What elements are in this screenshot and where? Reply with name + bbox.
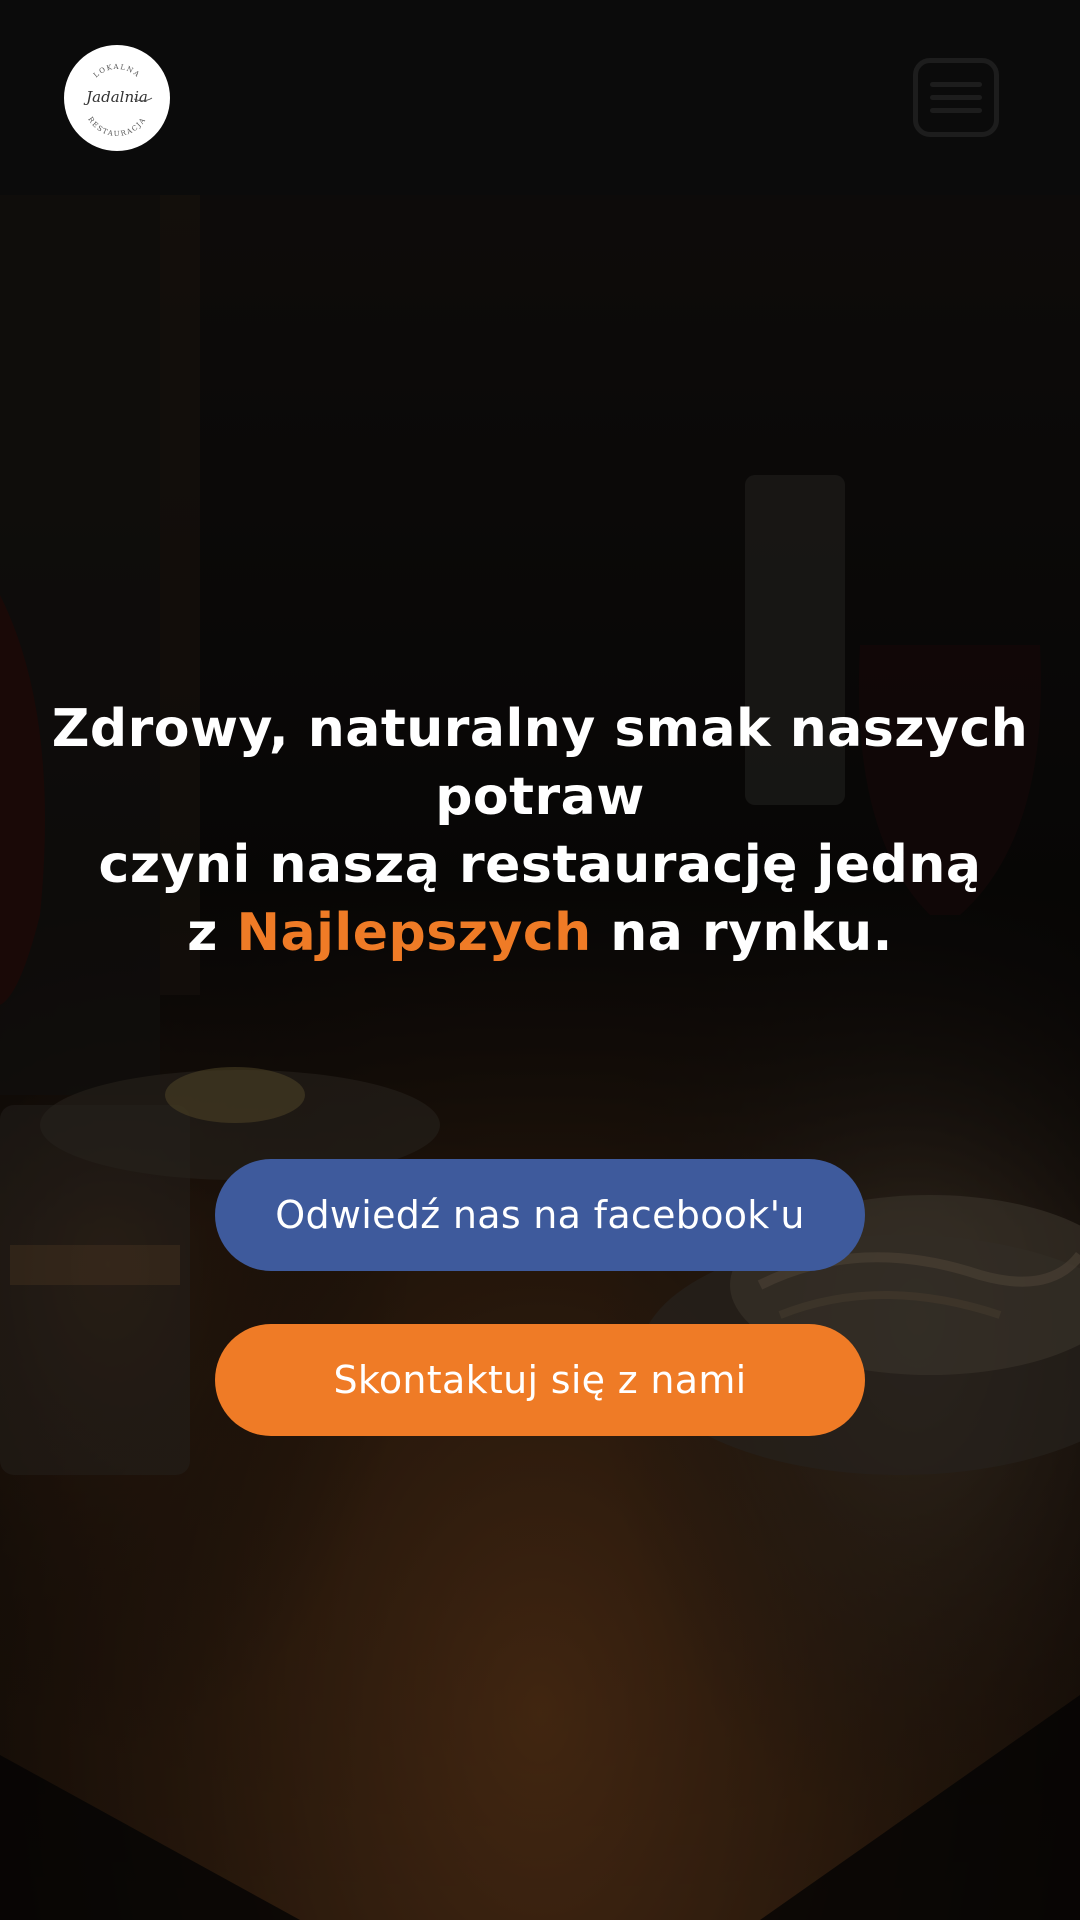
logo-emblem: LOKALNA Jadalnia RESTAURACJA xyxy=(83,63,153,139)
facebook-button[interactable]: Odwiedź nas na facebook'u xyxy=(215,1159,865,1271)
hamburger-menu-icon xyxy=(930,82,982,113)
hero-background-image xyxy=(0,195,1080,1920)
svg-text:RESTAURACJA: RESTAURACJA xyxy=(86,116,147,139)
restaurant-logo[interactable]: LOKALNA Jadalnia RESTAURACJA xyxy=(64,45,170,151)
svg-text:LOKALNA: LOKALNA xyxy=(92,63,142,79)
logo-top-text: LOKALNA xyxy=(92,63,140,79)
site-header: LOKALNA Jadalnia RESTAURACJA xyxy=(0,0,1080,195)
contact-button[interactable]: Skontaktuj się z nami xyxy=(215,1324,865,1436)
logo-bottom-text: RESTAURACJA xyxy=(86,116,146,139)
headline-line-3-prefix: z xyxy=(187,903,237,963)
logo-script-text: Jadalnia xyxy=(83,88,148,106)
headline-line-3-suffix: na rynku. xyxy=(591,903,893,963)
headline-accent-word: Najlepszych xyxy=(236,903,592,963)
hero-headline: Zdrowy, naturalny smak naszych potraw cz… xyxy=(40,695,1040,967)
page: LOKALNA Jadalnia RESTAURACJA Zdrowy, nat… xyxy=(0,0,1080,1920)
hero-section: Zdrowy, naturalny smak naszych potraw cz… xyxy=(0,195,1080,1920)
headline-line-2: czyni naszą restaurację jedną xyxy=(98,835,982,895)
hamburger-menu-button[interactable] xyxy=(913,58,999,137)
headline-line-1: Zdrowy, naturalny smak naszych potraw xyxy=(51,699,1029,827)
